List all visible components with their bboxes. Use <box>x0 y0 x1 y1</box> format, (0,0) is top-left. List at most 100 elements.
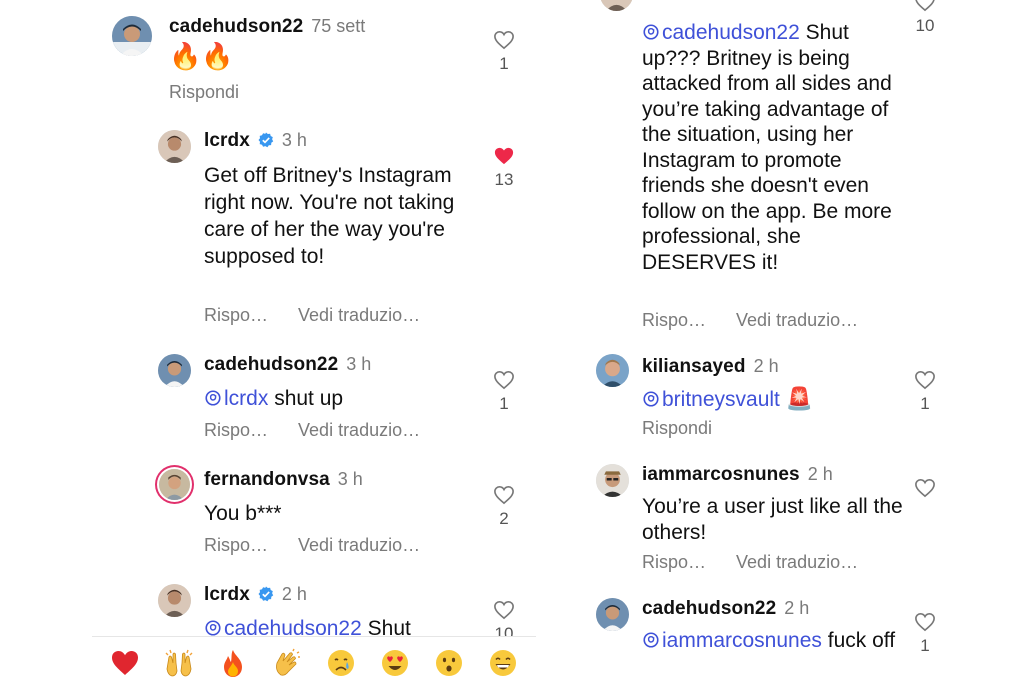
like-button[interactable]: 1 <box>910 612 940 656</box>
reaction-heart[interactable] <box>105 643 145 683</box>
reply-button[interactable]: Rispo… <box>204 535 268 556</box>
comment-text: You b*** <box>204 502 282 525</box>
comment-lcrdx-long: cadehudson22 Shut up??? Britney is being… <box>538 0 958 340</box>
avatar[interactable] <box>596 464 629 497</box>
left-comment-panel: cadehudson22 75 sett 🔥🔥 Rispondi 1 lcrdx… <box>92 0 540 689</box>
username[interactable]: lcrdx <box>204 584 250 606</box>
reply-button[interactable]: Rispo… <box>204 305 268 326</box>
reaction-fire[interactable] <box>213 643 253 683</box>
comment-text: britneysvault 🚨 <box>642 386 813 413</box>
reply-button[interactable]: Rispo… <box>642 310 706 331</box>
surprised-face-icon <box>436 650 462 676</box>
comment-text: lcrdx shut up <box>204 386 343 412</box>
username[interactable]: cadehudson22 <box>642 598 776 620</box>
heart-outline-icon <box>915 370 935 390</box>
heart-outline-icon <box>915 612 935 632</box>
see-translation-button[interactable]: Vedi traduzio… <box>298 305 420 326</box>
comment-text: You’re a user just like all the others! <box>642 495 903 544</box>
comment-body: shut up <box>274 387 344 410</box>
avatar[interactable] <box>596 354 629 387</box>
timestamp: 2 h <box>753 356 779 376</box>
grinning-face-icon <box>490 650 516 676</box>
heart-filled-icon <box>494 147 514 165</box>
username[interactable]: iammarcosnunes <box>642 464 800 486</box>
threads-mention-icon <box>642 390 660 408</box>
reply-button[interactable]: Rispo… <box>204 420 268 441</box>
avatar[interactable] <box>112 16 152 56</box>
timestamp: 2 h <box>281 584 307 604</box>
reaction-clapping-hands[interactable] <box>267 643 307 683</box>
avatar[interactable] <box>158 354 191 387</box>
avatar[interactable] <box>600 0 633 11</box>
comment-cadehudson22-fire: cadehudson22 75 sett 🔥🔥 Rispondi 1 <box>92 0 540 110</box>
reaction-surprised-face[interactable] <box>429 643 469 683</box>
like-button[interactable]: 10 <box>910 0 940 36</box>
mention-link[interactable]: iammarcosnunes <box>642 629 822 652</box>
like-button[interactable]: 13 <box>489 146 519 190</box>
avatar[interactable] <box>596 598 629 631</box>
username[interactable]: fernandonvsa <box>204 469 330 491</box>
crying-face-icon <box>328 650 354 676</box>
like-button[interactable]: 1 <box>489 30 519 74</box>
threads-mention-icon <box>204 389 222 407</box>
timestamp: 75 sett <box>311 16 366 36</box>
comment-fernandonvsa: fernandonvsa 3 h You b*** Rispo… Vedi tr… <box>92 459 540 569</box>
clapping-hands-icon <box>276 648 300 676</box>
see-translation-button[interactable]: Vedi traduzio… <box>736 310 858 331</box>
comment-body: fuck off <box>827 629 896 652</box>
see-translation-button[interactable]: Vedi traduzio… <box>298 535 420 556</box>
like-count: 10 <box>915 16 935 35</box>
like-button[interactable]: 2 <box>489 485 519 529</box>
like-button[interactable]: 1 <box>910 370 940 414</box>
avatar[interactable] <box>159 469 190 500</box>
mention-link[interactable]: britneysvault <box>642 388 780 411</box>
like-count: 1 <box>920 636 930 655</box>
quick-reaction-bar <box>92 636 536 689</box>
reaction-raised-hands[interactable] <box>159 643 199 683</box>
like-button[interactable] <box>910 478 940 498</box>
heart-outline-icon <box>915 478 935 498</box>
comment-body: Shut up??? Britney is being attacked fro… <box>642 21 892 274</box>
threads-mention-icon <box>642 23 660 41</box>
username[interactable]: cadehudson22 <box>204 354 338 376</box>
like-count: 13 <box>494 170 514 189</box>
reply-button[interactable]: Rispondi <box>169 82 239 103</box>
timestamp: 3 h <box>346 354 372 374</box>
heart-outline-icon <box>915 0 935 12</box>
timestamp: 3 h <box>337 469 363 489</box>
avatar[interactable] <box>158 584 191 617</box>
verified-badge-icon <box>258 586 274 602</box>
reply-button[interactable]: Rispondi <box>642 418 712 439</box>
heart-outline-icon <box>494 370 514 390</box>
like-count: 1 <box>499 394 509 413</box>
reaction-crying-face[interactable] <box>321 643 361 683</box>
username[interactable]: kiliansayed <box>642 356 746 378</box>
avatar[interactable] <box>158 130 191 163</box>
threads-mention-icon <box>204 619 222 637</box>
see-translation-button[interactable]: Vedi traduzio… <box>736 552 858 573</box>
like-button[interactable]: 1 <box>489 370 519 414</box>
timestamp: 3 h <box>281 130 307 150</box>
reply-button[interactable]: Rispo… <box>642 552 706 573</box>
comment-lcrdx-britney: lcrdx 3 h Get off Britney's Instagram ri… <box>92 120 540 340</box>
right-comment-panel: cadehudson22 Shut up??? Britney is being… <box>538 0 958 689</box>
username[interactable]: lcrdx <box>204 130 250 152</box>
comment-text: Get off Britney's Instagram right now. Y… <box>204 164 455 268</box>
siren-emoji: 🚨 <box>785 386 814 411</box>
raised-hands-icon <box>165 649 193 677</box>
heart-outline-icon <box>494 30 514 50</box>
reaction-heart-eyes[interactable] <box>375 643 415 683</box>
comment-cadehudson22-shutup: cadehudson22 3 h lcrdx shut up Rispo… Ve… <box>92 344 540 454</box>
see-translation-button[interactable]: Vedi traduzio… <box>298 420 420 441</box>
mention-link[interactable]: cadehudson22 <box>642 21 800 44</box>
comment-text: 🔥🔥 <box>169 41 234 71</box>
comment-text: cadehudson22 Shut up??? Britney is being… <box>642 20 904 275</box>
mention-link[interactable]: lcrdx <box>204 387 268 410</box>
heart-outline-icon <box>494 600 514 620</box>
comment-text: iammarcosnunes fuck off <box>642 628 904 654</box>
reaction-grinning-face[interactable] <box>483 643 523 683</box>
heart-outline-icon <box>494 485 514 505</box>
like-count: 1 <box>920 394 930 413</box>
username[interactable]: cadehudson22 <box>169 16 303 38</box>
threads-mention-icon <box>642 631 660 649</box>
